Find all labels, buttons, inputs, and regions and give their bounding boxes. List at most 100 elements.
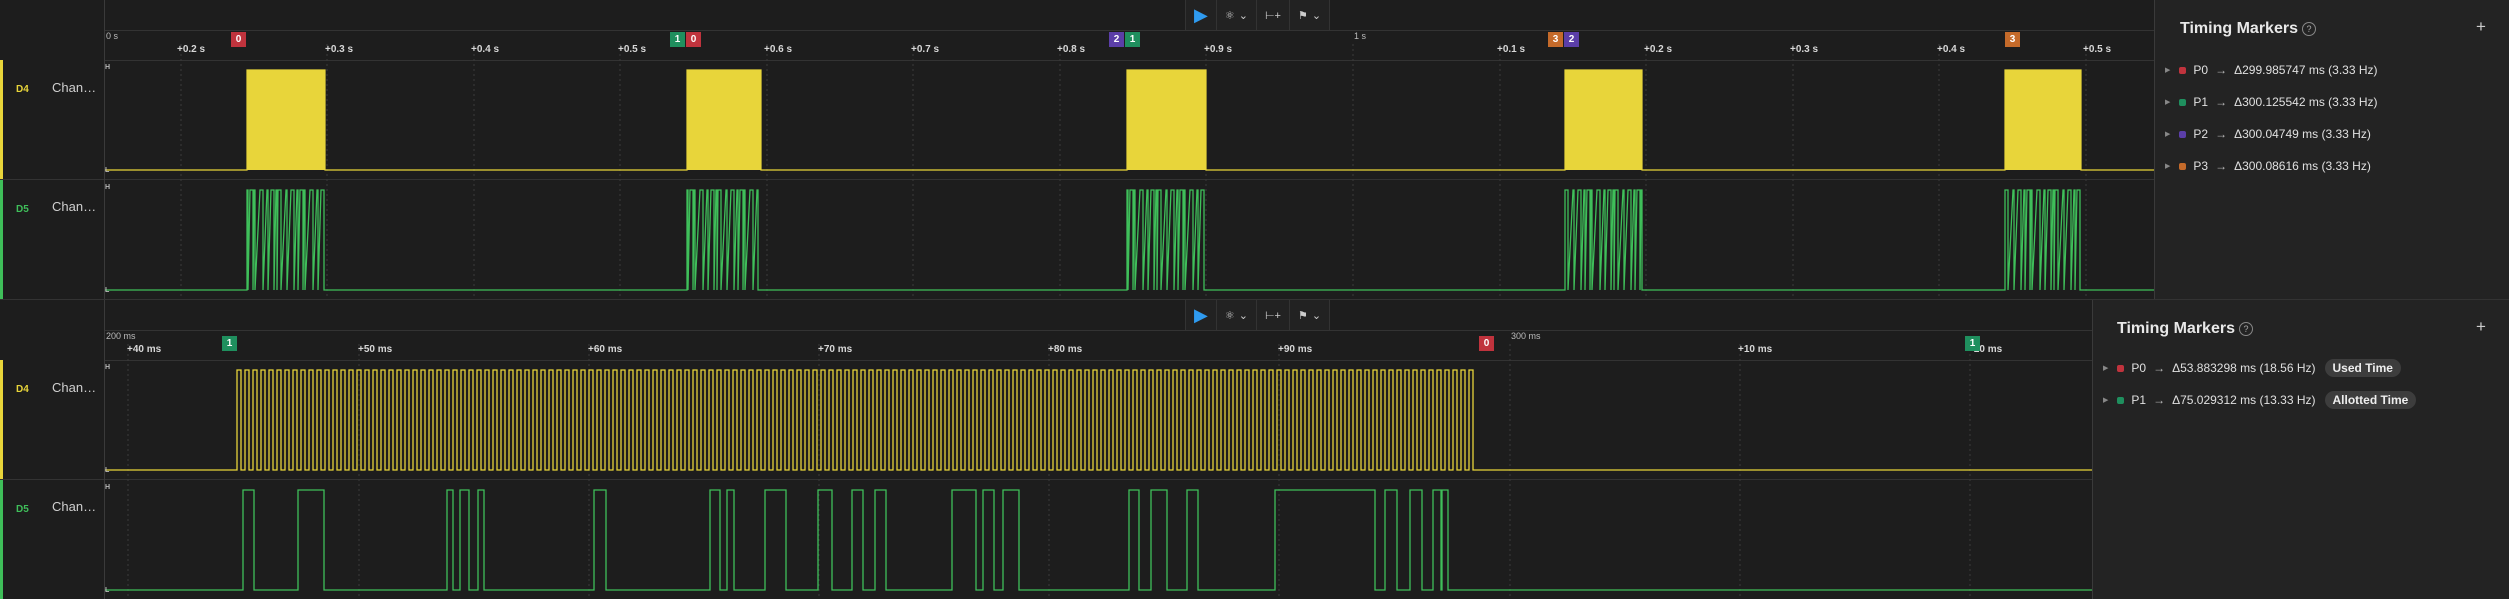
ruler-tick: +0.2 s xyxy=(1644,44,1673,55)
expand-icon[interactable]: ▶ xyxy=(2103,364,2108,372)
trigger-dropdown-button[interactable]: ⚛ ⌄ xyxy=(1217,0,1257,30)
play-button[interactable]: ▶ xyxy=(1186,300,1217,330)
channel-row-d4[interactable]: D4 Chan… xyxy=(0,360,104,480)
play-button[interactable]: ▶ xyxy=(1186,0,1217,30)
ruler-tick: +0.4 s xyxy=(471,44,500,55)
marker-delta: Δ53.883298 ms (18.56 Hz) xyxy=(2172,361,2316,375)
marker-dropdown-button[interactable]: ⚑ ⌄ xyxy=(1290,0,1329,30)
channel-row-d5[interactable]: D5 Chan… xyxy=(0,180,104,299)
expand-icon[interactable]: ▶ xyxy=(2165,130,2170,138)
expand-icon[interactable]: ▶ xyxy=(2103,396,2108,404)
ruler-tick: +0.1 s xyxy=(1497,44,1526,55)
help-icon[interactable]: ? xyxy=(2302,22,2316,36)
ruler-tick: +80 ms xyxy=(1048,344,1083,355)
marker-name: P1 xyxy=(2131,393,2147,407)
low-level-label: L xyxy=(105,587,110,594)
waveform-area[interactable]: 0 s 1 s +0.2 s +0.3 s +0.4 s +0.5 s +0.6… xyxy=(0,0,2154,299)
expand-icon[interactable]: ▶ xyxy=(2165,66,2170,74)
d4-burst-block xyxy=(687,70,761,170)
analyzer-panel-bottom: 200 ms 300 ms +40 ms +50 ms +60 ms +70 m… xyxy=(0,299,2509,599)
channel-number: D5 xyxy=(16,204,29,215)
channel-name[interactable]: Chan… xyxy=(52,199,96,214)
play-icon: ▶ xyxy=(1194,304,1208,325)
marker-row-p1[interactable]: ▶ P1 → Δ300.125542 ms (3.33 Hz) xyxy=(2165,95,2378,109)
add-marker-icon[interactable]: + xyxy=(2476,317,2486,337)
arrow-right-icon: → xyxy=(2215,127,2228,141)
marker-flag-p0[interactable]: 0 xyxy=(231,32,246,47)
arrow-right-icon: → xyxy=(2215,95,2228,109)
marker-flag-p3[interactable]: 3 xyxy=(1548,32,1563,47)
channel-row-d5[interactable]: D5 Chan… xyxy=(0,480,104,599)
marker-flag-p1[interactable]: 1 xyxy=(222,336,237,351)
trigger-dropdown-button[interactable]: ⚛ ⌄ xyxy=(1217,300,1257,330)
marker-icon: ⚑ xyxy=(1297,309,1308,322)
channel-name[interactable]: Chan… xyxy=(52,380,96,395)
ruler-tick: +0.4 s xyxy=(1937,44,1966,55)
channel-number: D4 xyxy=(16,384,29,395)
marker-name: P3 xyxy=(2193,159,2209,173)
marker-flag-p2[interactable]: 2 xyxy=(1109,32,1124,47)
marker-row-p1[interactable]: ▶ P1 → Δ75.029312 ms (13.33 Hz) Allotted… xyxy=(2103,391,2417,409)
marker-row-p0[interactable]: ▶ P0 → Δ53.883298 ms (18.56 Hz) Used Tim… xyxy=(2103,359,2401,377)
high-level-label: H xyxy=(105,184,111,191)
marker-flag-p0[interactable]: 0 xyxy=(1479,336,1494,351)
marker-row-p3[interactable]: ▶ P3 → Δ300.08616 ms (3.33 Hz) xyxy=(2165,159,2371,173)
help-icon[interactable]: ? xyxy=(2239,322,2253,336)
ruler-tick: +50 ms xyxy=(358,344,393,355)
sidebar-title: Timing Markers xyxy=(2180,20,2298,37)
ruler-tick: +70 ms xyxy=(818,344,853,355)
add-marker-icon[interactable]: + xyxy=(2476,17,2486,37)
marker-dropdown-button[interactable]: ⚑ ⌄ xyxy=(1290,300,1329,330)
d4-burst-block xyxy=(247,70,325,170)
marker-flag-p1[interactable]: 1 xyxy=(1965,336,1980,351)
channel-name[interactable]: Chan… xyxy=(52,80,96,95)
marker-name: P0 xyxy=(2193,63,2209,77)
marker-color-icon xyxy=(2117,396,2125,404)
marker-name: P2 xyxy=(2193,127,2209,141)
marker-badge: Allotted Time xyxy=(2324,391,2417,409)
analyzer-panel-top: 0 s 1 s +0.2 s +0.3 s +0.4 s +0.5 s +0.6… xyxy=(0,0,2509,299)
time-ruler[interactable]: 0 s 1 s +0.2 s +0.3 s +0.4 s +0.5 s +0.6… xyxy=(104,0,2154,60)
marker-delta: Δ75.029312 ms (13.33 Hz) xyxy=(2172,393,2316,407)
expand-icon[interactable]: ▶ xyxy=(2165,162,2170,170)
marker-color-icon xyxy=(2179,162,2187,170)
ruler-tick: +0.3 s xyxy=(325,44,354,55)
expand-icon[interactable]: ▶ xyxy=(2165,98,2170,106)
channel-name[interactable]: Chan… xyxy=(52,499,96,514)
channel-number: D4 xyxy=(16,84,29,95)
marker-flag-p0[interactable]: 0 xyxy=(686,32,701,47)
time-ruler[interactable]: 200 ms 300 ms +40 ms +50 ms +60 ms +70 m… xyxy=(104,300,2092,360)
channel-color-bar xyxy=(0,480,3,599)
trigger-icon: ⚛ xyxy=(1224,309,1235,322)
marker-delta: Δ300.125542 ms (3.33 Hz) xyxy=(2234,95,2378,109)
d4-trace xyxy=(104,369,2092,471)
marker-row-p2[interactable]: ▶ P2 → Δ300.04749 ms (3.33 Hz) xyxy=(2165,127,2371,141)
ruler-tick: +60 ms xyxy=(588,344,623,355)
ruler-tick: +0.5 s xyxy=(618,44,647,55)
channel-row-d4[interactable]: D4 Chan… xyxy=(0,60,104,180)
arrow-right-icon: → xyxy=(2215,159,2228,173)
trigger-icon: ⚛ xyxy=(1224,9,1235,22)
marker-icon: ⚑ xyxy=(1297,9,1308,22)
measure-icon: ⊢+ xyxy=(1264,9,1281,22)
timing-markers-sidebar: Timing Markers ? + ▶ P0 → Δ53.883298 ms … xyxy=(2092,300,2509,599)
marker-flag-p3[interactable]: 3 xyxy=(2005,32,2020,47)
marker-flag-p1[interactable]: 1 xyxy=(670,32,685,47)
marker-flag-p1[interactable]: 1 xyxy=(1125,32,1140,47)
d5-trace xyxy=(104,189,2154,291)
marker-row-p0[interactable]: ▶ P0 → Δ299.985747 ms (3.33 Hz) xyxy=(2165,63,2378,77)
marker-color-icon xyxy=(2117,364,2125,372)
marker-delta: Δ299.985747 ms (3.33 Hz) xyxy=(2234,63,2378,77)
marker-flag-p2[interactable]: 2 xyxy=(1564,32,1579,47)
ruler-tick: +40 ms xyxy=(127,344,162,355)
high-level-label: H xyxy=(105,484,111,491)
waveform-area[interactable]: 200 ms 300 ms +40 ms +50 ms +60 ms +70 m… xyxy=(0,300,2092,599)
chevron-down-icon: ⌄ xyxy=(1238,9,1248,22)
measure-add-button[interactable]: ⊢+ xyxy=(1257,300,1290,330)
marker-badge: Used Time xyxy=(2324,359,2401,377)
capture-toolbar: ▶ ⚛ ⌄ ⊢+ ⚑ ⌄ xyxy=(1185,300,1331,331)
sidebar-title: Timing Markers xyxy=(2117,320,2235,337)
measure-add-button[interactable]: ⊢+ xyxy=(1257,0,1290,30)
ruler-tick: +0.8 s xyxy=(1057,44,1086,55)
ruler-tick: +0.6 s xyxy=(764,44,793,55)
